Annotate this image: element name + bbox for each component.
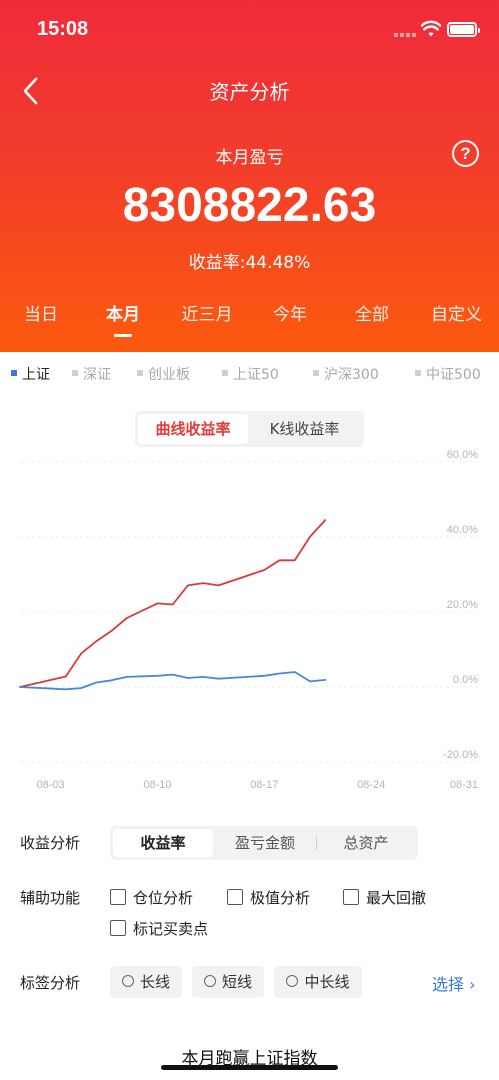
battery-icon <box>447 22 480 37</box>
signal-icon <box>394 33 418 37</box>
checkbox-icon <box>110 919 126 936</box>
tag-label: 长线 <box>139 973 170 991</box>
period-tabs: 当日 本月 近三月 今年 全部 自定义 <box>0 300 499 344</box>
index-sz[interactable]: 深证 <box>72 364 111 384</box>
legend-dot <box>222 370 228 376</box>
x-tick-label: 08-31 <box>450 779 478 791</box>
legend-dot <box>313 370 319 376</box>
option-total-assets[interactable]: 总资产 <box>317 829 415 857</box>
index-label: 创业板 <box>148 367 190 383</box>
chart-type-toggle: 曲线收益率 K线收益率 <box>135 411 364 447</box>
checkbox-icon <box>110 888 126 905</box>
option-profit-amount[interactable]: 盈亏金额 <box>214 829 316 857</box>
checkbox-label: 最大回撤 <box>366 889 427 907</box>
aux-label: 辅助功能 <box>20 889 81 907</box>
tab-this-year[interactable]: 今年 <box>250 300 330 344</box>
index-zz500[interactable]: 中证500 <box>415 364 481 384</box>
chevron-right-icon: › <box>469 975 476 994</box>
status-bar: 15:08 <box>0 0 499 60</box>
status-time: 15:08 <box>37 18 89 40</box>
tab-custom[interactable]: 自定义 <box>414 300 499 344</box>
index-gem[interactable]: 创业板 <box>137 364 190 384</box>
radio-icon <box>203 974 216 987</box>
x-tick-label: 08-24 <box>357 779 385 791</box>
home-indicator <box>161 1065 338 1070</box>
index-label: 中证500 <box>426 367 481 383</box>
index-label: 沪深300 <box>324 367 379 383</box>
y-tick-label: -20.0% <box>443 749 478 761</box>
profit-subtitle: 本月盈亏 <box>215 148 284 168</box>
profit-amount: 8308822.63 <box>122 179 377 232</box>
y-tick-label: 60.0% <box>447 450 478 461</box>
income-analysis-toggle: 收益率 盈亏金额 总资产 <box>110 826 418 860</box>
wifi-icon <box>421 20 441 37</box>
option-return-rate[interactable]: 收益率 <box>113 829 213 857</box>
legend-dot <box>11 370 17 376</box>
return-chart[interactable]: 60.0% 40.0% 20.0% 0.0% -20.0% 08-03 08-10 08-1… <box>0 450 499 800</box>
tab-label: 当日 <box>24 305 58 325</box>
toggle-kline-rate[interactable]: K线收益率 <box>248 414 361 444</box>
y-tick-label: 20.0% <box>447 599 478 611</box>
index-sz50[interactable]: 上证50 <box>222 364 279 384</box>
x-tick-label: 08-03 <box>36 779 64 791</box>
legend-dot <box>72 370 78 376</box>
tab-this-month[interactable]: 本月 <box>82 300 164 344</box>
tab-all[interactable]: 全部 <box>330 300 414 344</box>
checkbox-mark-trades[interactable]: 标记买卖点 <box>110 918 208 939</box>
index-sh[interactable]: 上证 <box>11 364 50 384</box>
income-analysis-label: 收益分析 <box>20 834 81 852</box>
tag-mid-long[interactable]: 中长线 <box>274 966 362 998</box>
checkbox-label: 仓位分析 <box>133 889 194 907</box>
x-tick-label: 08-17 <box>250 779 278 791</box>
tab-three-months[interactable]: 近三月 <box>164 300 250 344</box>
tab-label: 自定义 <box>431 305 482 325</box>
index-hs300[interactable]: 沪深300 <box>313 364 379 384</box>
radio-icon <box>286 974 299 987</box>
profit-rate: 收益率:44.48% <box>188 253 311 273</box>
checkbox-label: 标记买卖点 <box>133 920 209 938</box>
index-label: 深证 <box>83 367 111 383</box>
checkbox-icon <box>227 888 243 905</box>
tag-long[interactable]: 长线 <box>110 966 182 998</box>
index-label: 上证 <box>22 367 50 383</box>
tag-short[interactable]: 短线 <box>192 966 264 998</box>
select-link[interactable]: 选择 › <box>432 971 476 995</box>
checkbox-icon <box>343 888 359 905</box>
index-label: 上证50 <box>233 367 279 383</box>
tag-analysis-label: 标签分析 <box>20 974 81 992</box>
help-icon[interactable]: ? <box>452 140 479 167</box>
legend-dot <box>137 370 143 376</box>
x-tick-label: 08-10 <box>143 779 171 791</box>
tab-label: 近三月 <box>181 305 233 325</box>
header-area: 15:08 资产分析 本月盈亏 ? 8308822.63 收益率:44.48% … <box>0 0 499 352</box>
tab-today[interactable]: 当日 <box>0 300 82 344</box>
page-title: 资产分析 <box>209 80 290 104</box>
checkbox-extreme-analysis[interactable]: 极值分析 <box>227 887 310 908</box>
tab-label: 本月 <box>106 305 140 325</box>
select-label: 选择 <box>432 975 465 994</box>
checkbox-position-analysis[interactable]: 仓位分析 <box>110 887 193 908</box>
tab-label: 全部 <box>355 305 389 325</box>
y-tick-label: 0.0% <box>453 674 478 686</box>
checkbox-max-drawdown[interactable]: 最大回撤 <box>343 887 426 908</box>
index-filter-row: 上证 深证 创业板 上证50 沪深300 中证500 <box>0 364 499 390</box>
toggle-curve-rate[interactable]: 曲线收益率 <box>138 414 248 444</box>
tag-label: 中长线 <box>304 973 350 991</box>
tab-label: 今年 <box>273 305 307 325</box>
legend-dot <box>415 370 421 376</box>
checkbox-label: 极值分析 <box>250 889 311 907</box>
radio-icon <box>121 974 134 987</box>
y-tick-label: 40.0% <box>447 524 478 536</box>
tag-label: 短线 <box>221 973 252 991</box>
series-line-0 <box>19 519 327 688</box>
